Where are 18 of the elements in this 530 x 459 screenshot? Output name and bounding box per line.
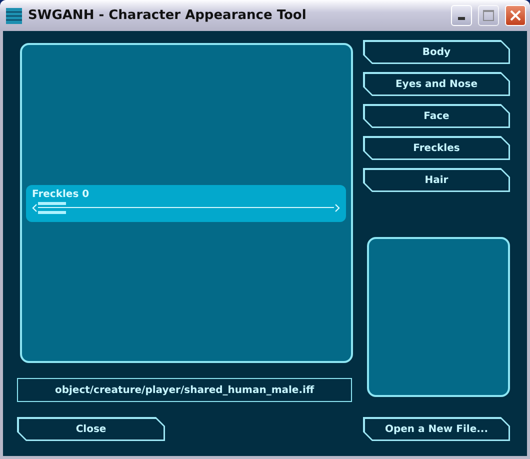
file-path-field: object/creature/player/shared_human_male.iff [17, 378, 352, 402]
app-icon [6, 8, 22, 24]
close-button[interactable] [505, 5, 526, 26]
slider-thumb[interactable] [38, 202, 66, 214]
category-button[interactable]: Hair [363, 168, 510, 192]
minimize-button[interactable] [451, 5, 472, 26]
open-file-button[interactable]: Open a New File... [363, 417, 510, 441]
category-button[interactable]: Freckles [363, 136, 510, 160]
close-icon [510, 10, 521, 21]
category-button[interactable]: Face [363, 104, 510, 128]
category-button[interactable]: Eyes and Nose [363, 72, 510, 96]
slider-label: Freckles 0 [32, 188, 90, 201]
maximize-button[interactable] [478, 5, 499, 26]
slider-track[interactable] [38, 202, 334, 214]
window-title: SWGANH - Character Appearance Tool [28, 6, 308, 25]
close-button[interactable]: Close [17, 417, 165, 441]
category-button[interactable]: Body [363, 40, 510, 64]
maximize-icon [483, 10, 494, 21]
